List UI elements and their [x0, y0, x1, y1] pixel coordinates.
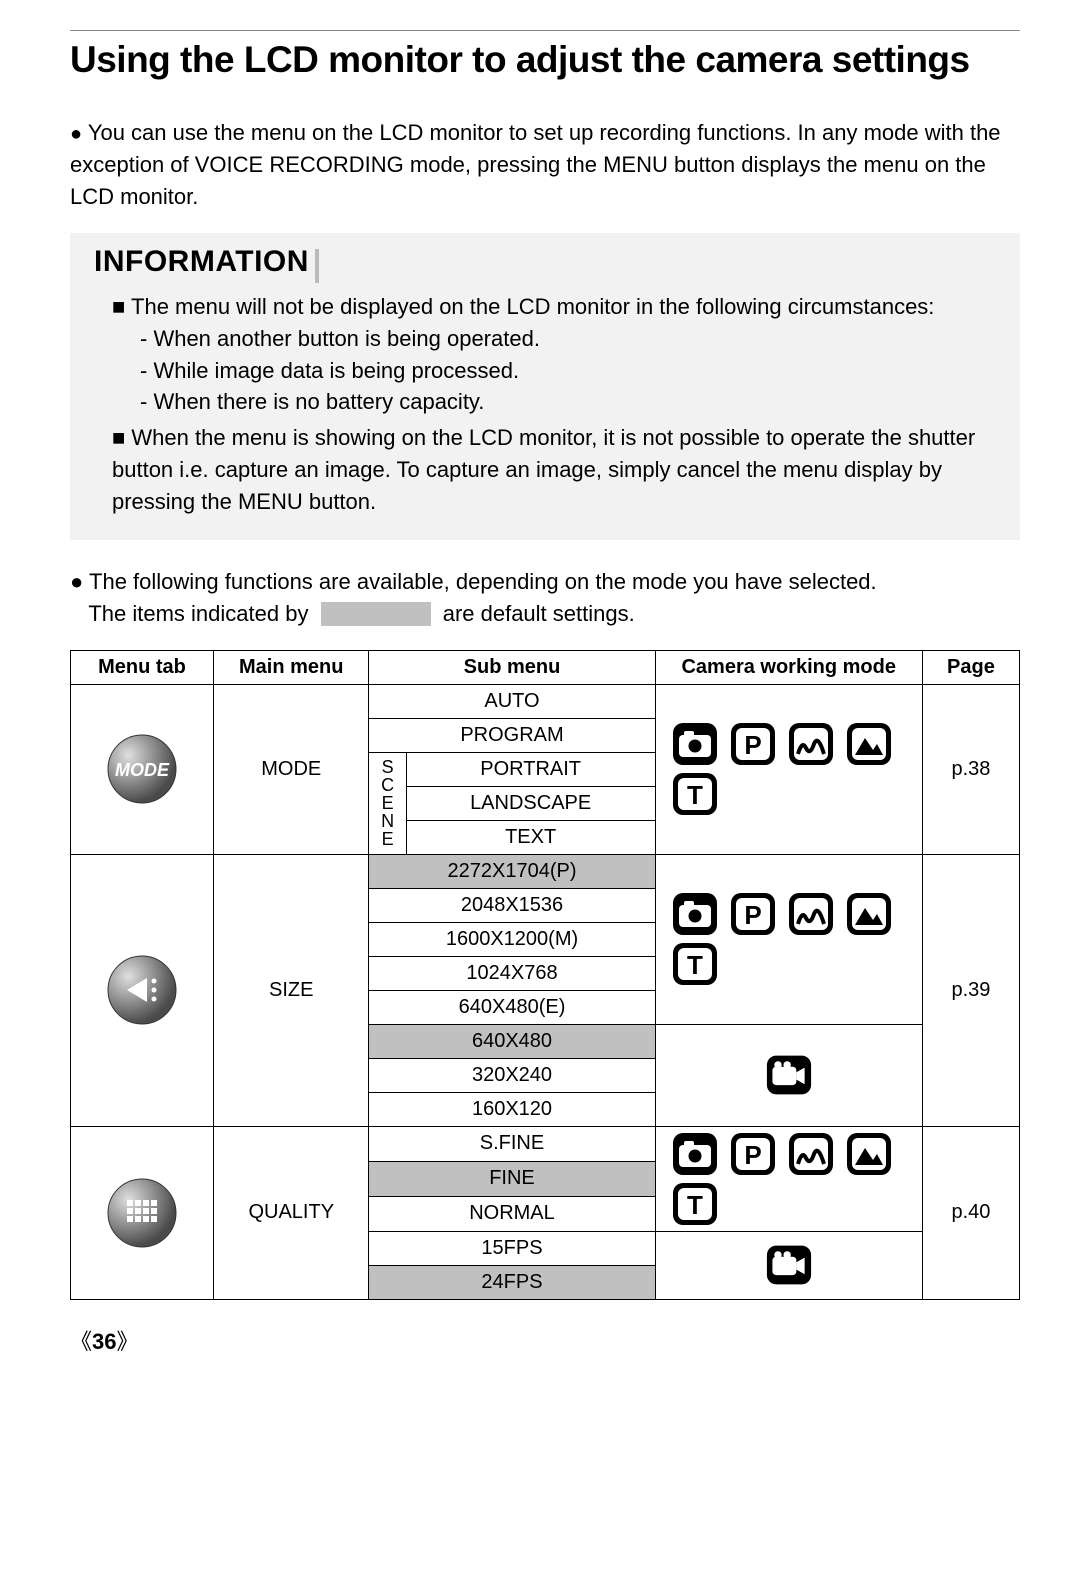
svg-text:P: P: [744, 730, 761, 760]
svg-text:T: T: [687, 780, 703, 810]
defaults-lead: The following functions are available, d…: [89, 569, 877, 594]
sub-menu-cell: 1024X768: [369, 956, 655, 990]
information-heading: INFORMATION: [94, 245, 315, 279]
info-item-1-sub-1: - When another button is being operated.: [112, 323, 996, 355]
bullet-icon: ●: [70, 123, 82, 145]
sub-menu-cell: 1600X1200(M): [369, 922, 655, 956]
defaults-paragraph: ● The following functions are available,…: [70, 566, 1020, 630]
page-title: Using the LCD monitor to adjust the came…: [70, 39, 1020, 81]
scene-icon: [788, 1132, 834, 1176]
movie-icon: [766, 1053, 812, 1097]
defaults-post: are default settings.: [443, 601, 635, 626]
camera-mode-cell: P T: [655, 684, 922, 854]
info-item-1: The menu will not be displayed on the LC…: [131, 294, 934, 319]
sub-menu-cell: PROGRAM: [369, 718, 655, 752]
info-item-1-sub-2: - While image data is being processed.: [112, 355, 996, 387]
main-menu-cell: QUALITY: [214, 1126, 369, 1299]
camera-mode-cell: P T: [655, 854, 922, 1024]
table-row: QUALITY S.FINE P T p.40: [71, 1126, 1020, 1161]
table-row: MODE MODE AUTO P T p.38: [71, 684, 1020, 718]
th-camera-mode: Camera working mode: [655, 650, 922, 684]
information-list: ■ The menu will not be displayed on the …: [94, 291, 996, 518]
page-number: 《36》: [70, 1324, 1020, 1356]
sub-menu-cell: 160X120: [369, 1092, 655, 1126]
text-t-icon: T: [672, 1182, 718, 1226]
tab-icon-cell: [71, 1126, 214, 1299]
th-sub-menu: Sub menu: [369, 650, 655, 684]
intro-text: You can use the menu on the LCD monitor …: [70, 120, 1001, 209]
scene-icon: [788, 892, 834, 936]
sub-menu-cell-default: 24FPS: [369, 1265, 655, 1299]
main-menu-cell: MODE: [214, 684, 369, 854]
camera-icon: [672, 1132, 718, 1176]
bullet-icon: ●: [70, 569, 83, 594]
svg-text:MODE: MODE: [115, 760, 170, 780]
svg-text:P: P: [744, 1140, 761, 1170]
sub-menu-cell: 320X240: [369, 1058, 655, 1092]
text-t-icon: T: [672, 942, 718, 986]
sub-menu-cell: LANDSCAPE: [406, 786, 655, 820]
page-cell: p.38: [922, 684, 1019, 854]
camera-mode-cell: P T: [655, 1126, 922, 1231]
sub-menu-cell: 15FPS: [369, 1231, 655, 1265]
menu-table: Menu tab Main menu Sub menu Camera worki…: [70, 650, 1020, 1300]
program-p-icon: P: [730, 722, 776, 766]
title-bar: Using the LCD monitor to adjust the came…: [70, 30, 1020, 81]
sub-menu-cell: AUTO: [369, 684, 655, 718]
landscape-mountain-icon: [846, 1132, 892, 1176]
mode-tab-icon: MODE: [105, 732, 179, 806]
defaults-pre: The items indicated by: [88, 601, 308, 626]
camera-mode-cell: [655, 1024, 922, 1126]
bracket-icon: 《: [70, 1329, 92, 1354]
landscape-mountain-icon: [846, 722, 892, 766]
square-bullet-icon: ■: [112, 425, 131, 450]
sub-menu-cell: PORTRAIT: [406, 752, 655, 786]
sub-menu-cell-default: 640X480: [369, 1024, 655, 1058]
tab-icon-cell: MODE: [71, 684, 214, 854]
text-t-icon: T: [672, 772, 718, 816]
information-box: INFORMATION ■ The menu will not be displ…: [70, 233, 1020, 540]
program-p-icon: P: [730, 1132, 776, 1176]
scene-label-cell: SCENE: [369, 752, 406, 854]
quality-tab-icon: [105, 1176, 179, 1250]
sub-menu-cell: 2048X1536: [369, 888, 655, 922]
page-cell: p.39: [922, 854, 1019, 1126]
info-item-2: When the menu is showing on the LCD moni…: [112, 425, 975, 514]
sub-menu-cell-default: FINE: [369, 1161, 655, 1196]
landscape-mountain-icon: [846, 892, 892, 936]
default-swatch: [321, 602, 431, 626]
main-menu-cell: SIZE: [214, 854, 369, 1126]
sub-menu-cell: 640X480(E): [369, 990, 655, 1024]
th-page: Page: [922, 650, 1019, 684]
camera-mode-cell: [655, 1231, 922, 1299]
scene-icon: [788, 722, 834, 766]
svg-text:T: T: [687, 1190, 703, 1220]
sub-menu-cell: S.FINE: [369, 1126, 655, 1161]
page-cell: p.40: [922, 1126, 1019, 1299]
info-item-1-sub-3: - When there is no battery capacity.: [112, 386, 996, 418]
svg-text:P: P: [744, 900, 761, 930]
sub-menu-cell: TEXT: [406, 820, 655, 854]
bracket-icon: 》: [117, 1329, 139, 1354]
size-tab-icon: [105, 953, 179, 1027]
intro-paragraph: ● You can use the menu on the LCD monito…: [70, 117, 1020, 213]
sub-menu-cell: NORMAL: [369, 1196, 655, 1231]
camera-icon: [672, 892, 718, 936]
sub-menu-cell-default: 2272X1704(P): [369, 854, 655, 888]
tab-icon-cell: [71, 854, 214, 1126]
camera-icon: [672, 722, 718, 766]
th-main-menu: Main menu: [214, 650, 369, 684]
table-row: SIZE 2272X1704(P) P T p.39: [71, 854, 1020, 888]
svg-text:T: T: [687, 950, 703, 980]
square-bullet-icon: ■: [112, 294, 131, 319]
program-p-icon: P: [730, 892, 776, 936]
movie-icon: [766, 1243, 812, 1287]
th-menu-tab: Menu tab: [71, 650, 214, 684]
